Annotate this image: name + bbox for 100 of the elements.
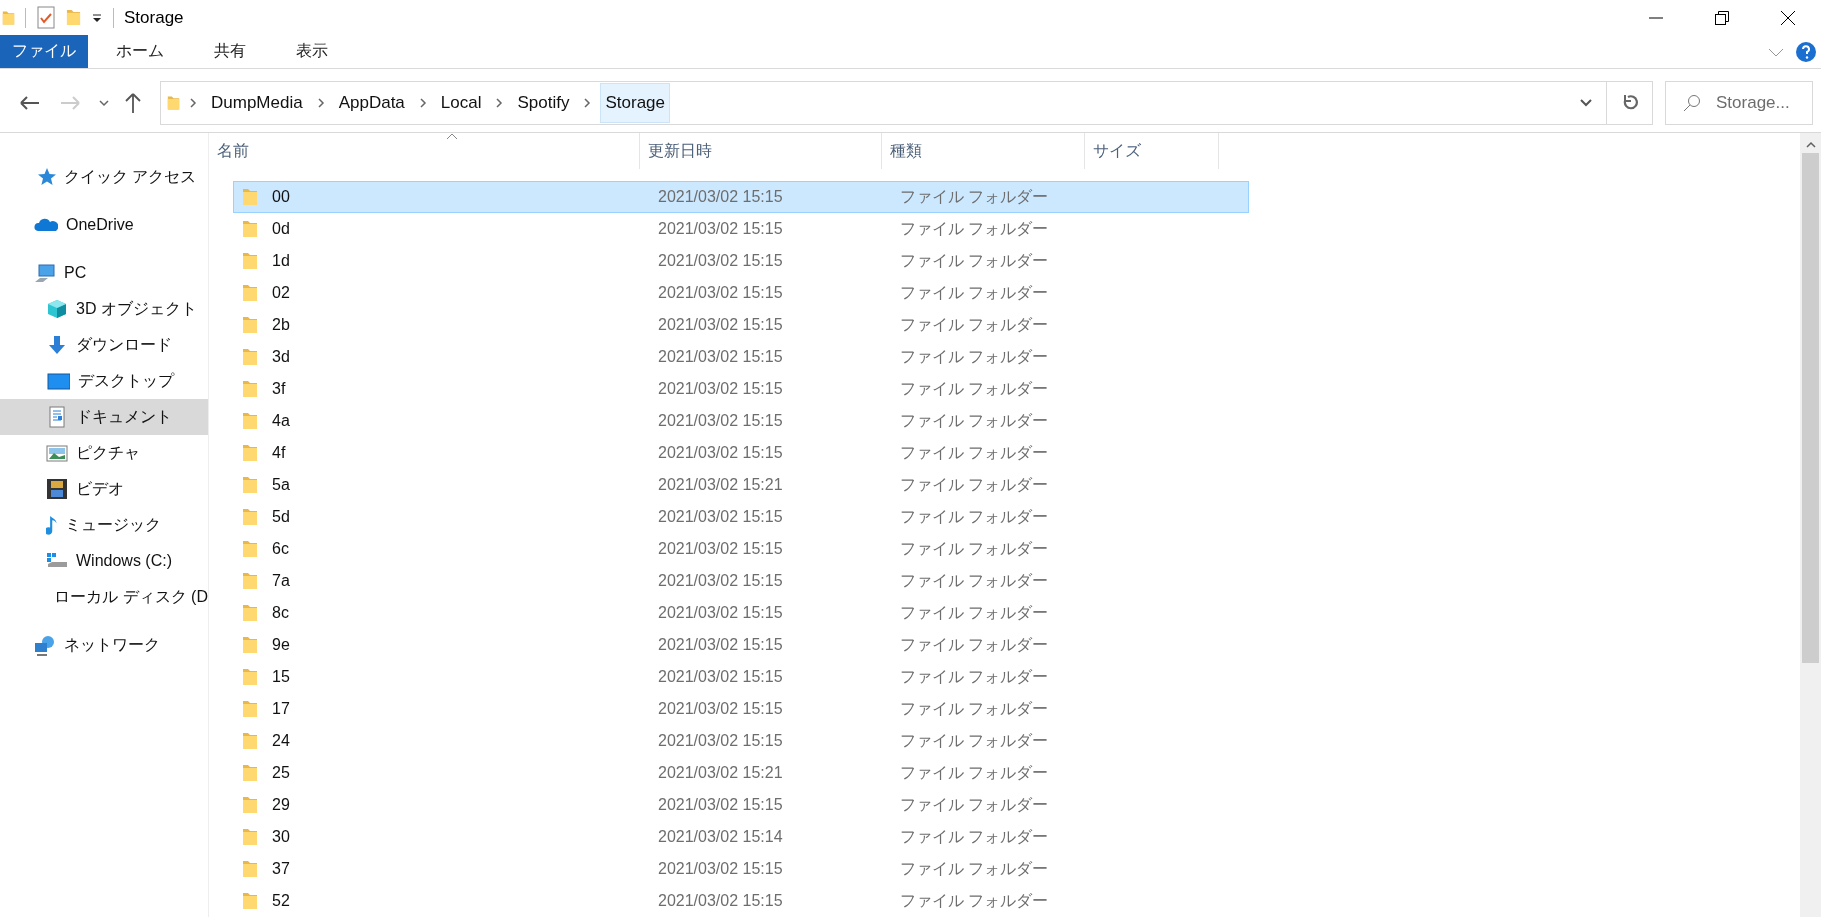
file-row[interactable]: 7a 2021/03/02 15:15 ファイル フォルダー [233, 565, 1249, 597]
file-row[interactable]: 25 2021/03/02 15:21 ファイル フォルダー [233, 757, 1249, 789]
folder-icon [242, 539, 258, 559]
file-type: ファイル フォルダー [899, 346, 1050, 367]
file-row[interactable]: 4a 2021/03/02 15:15 ファイル フォルダー [233, 405, 1249, 437]
file-menu-button[interactable]: ファイル [0, 35, 88, 68]
file-type: ファイル フォルダー [899, 826, 1050, 847]
file-row[interactable]: 0d 2021/03/02 15:15 ファイル フォルダー [233, 213, 1249, 245]
file-row[interactable]: 37 2021/03/02 15:15 ファイル フォルダー [233, 853, 1249, 885]
file-type: ファイル フォルダー [899, 186, 1050, 207]
chevron-down-icon [99, 98, 109, 107]
file-name: 30 [272, 828, 290, 846]
modified-date: 2021/03/02 15:15 [657, 316, 784, 334]
breadcrumb[interactable]: Storage [600, 82, 670, 123]
search-field[interactable]: Storage... [1665, 80, 1813, 125]
file-row[interactable]: 5d 2021/03/02 15:15 ファイル フォルダー [233, 501, 1249, 533]
search-icon [1683, 93, 1701, 112]
nav-item[interactable]: PC [0, 255, 208, 291]
file-row[interactable]: 2b 2021/03/02 15:15 ファイル フォルダー [233, 309, 1249, 341]
file-name: 5a [272, 476, 290, 494]
file-row[interactable]: 02 2021/03/02 15:15 ファイル フォルダー [233, 277, 1249, 309]
breadcrumb[interactable]: DumpMedia [206, 82, 308, 123]
file-name: 0d [272, 220, 290, 238]
nav-item[interactable]: ミュージック [0, 507, 208, 543]
file-type: ファイル フォルダー [899, 378, 1050, 399]
file-row[interactable]: 9e 2021/03/02 15:15 ファイル フォルダー [233, 629, 1249, 661]
file-name: 25 [272, 764, 290, 782]
file-row[interactable]: 3f 2021/03/02 15:15 ファイル フォルダー [233, 373, 1249, 405]
file-name: 37 [272, 860, 290, 878]
checklist-icon [36, 5, 56, 30]
scrollbar[interactable] [1800, 133, 1821, 917]
file-type: ファイル フォルダー [899, 858, 1050, 879]
column-header[interactable]: 名前 [209, 133, 640, 169]
nav-item[interactable]: ピクチャ [0, 435, 208, 471]
file-row[interactable]: 8c 2021/03/02 15:15 ファイル フォルダー [233, 597, 1249, 629]
file-row[interactable]: 6c 2021/03/02 15:15 ファイル フォルダー [233, 533, 1249, 565]
file-row[interactable]: 00 2021/03/02 15:15 ファイル フォルダー [233, 181, 1249, 213]
modified-date: 2021/03/02 15:15 [657, 604, 784, 622]
folder-icon [242, 699, 258, 719]
restore-icon [1714, 9, 1730, 26]
modified-date: 2021/03/02 15:15 [657, 700, 784, 718]
chevron-right-icon [495, 97, 504, 108]
scroll-thumb[interactable] [1802, 153, 1819, 663]
file-name: 00 [272, 188, 290, 206]
column-header[interactable]: 種類 [882, 133, 1085, 169]
file-row[interactable]: 30 2021/03/02 15:14 ファイル フォルダー [233, 821, 1249, 853]
modified-date: 2021/03/02 15:15 [657, 188, 784, 206]
column-header[interactable]: サイズ [1085, 133, 1219, 169]
chevron-right-icon [189, 97, 197, 108]
nav-item[interactable]: OneDrive [0, 207, 208, 243]
column-header[interactable]: 更新日時 [640, 133, 882, 169]
nav-item[interactable]: デスクトップ [0, 363, 208, 399]
breadcrumb[interactable]: Local [435, 82, 487, 123]
folder-icon [242, 859, 258, 879]
folder-icon [242, 891, 258, 911]
address-bar[interactable]: DumpMedia AppData Local Spotify Storage [160, 80, 1653, 125]
folder-icon [242, 635, 258, 655]
file-row[interactable]: 5a 2021/03/02 15:21 ファイル フォルダー [233, 469, 1249, 501]
breadcrumb[interactable]: AppData [333, 82, 410, 123]
nav-item[interactable]: クイック アクセス [0, 159, 208, 195]
modified-date: 2021/03/02 15:15 [657, 668, 784, 686]
modified-date: 2021/03/02 15:15 [657, 508, 784, 526]
file-name: 15 [272, 668, 290, 686]
chevron-right-icon [583, 97, 592, 108]
file-row[interactable]: 3d 2021/03/02 15:15 ファイル フォルダー [233, 341, 1249, 373]
nav-item[interactable]: ドキュメント [0, 399, 208, 435]
file-type: ファイル フォルダー [899, 634, 1050, 655]
ribbon-tab[interactable]: 表示 [276, 35, 348, 68]
ribbon-tab[interactable]: ホーム [96, 35, 184, 68]
nav-item[interactable]: 3D オブジェクト [0, 291, 208, 327]
nav-item[interactable]: ローカル ディスク (D [0, 579, 208, 615]
file-row[interactable]: 15 2021/03/02 15:15 ファイル フォルダー [233, 661, 1249, 693]
file-type: ファイル フォルダー [899, 730, 1050, 751]
file-type: ファイル フォルダー [899, 794, 1050, 815]
file-row[interactable]: 24 2021/03/02 15:15 ファイル フォルダー [233, 725, 1249, 757]
nav-item[interactable]: ネットワーク [0, 627, 208, 663]
folder-icon [242, 571, 258, 591]
computer-icon [34, 262, 56, 284]
file-name: 4a [272, 412, 290, 430]
file-name: 6c [272, 540, 289, 558]
minimize-icon [1648, 16, 1664, 19]
nav-item[interactable]: Windows (C:) [0, 543, 208, 579]
nav-item[interactable]: ビデオ [0, 471, 208, 507]
file-row[interactable]: 52 2021/03/02 15:15 ファイル フォルダー [233, 885, 1249, 917]
modified-date: 2021/03/02 15:15 [657, 572, 784, 590]
file-name: 7a [272, 572, 290, 590]
folder-icon [242, 283, 258, 303]
modified-date: 2021/03/02 15:15 [657, 796, 784, 814]
file-type: ファイル フォルダー [899, 506, 1050, 527]
ribbon-tab[interactable]: 共有 [194, 35, 266, 68]
file-row[interactable]: 1d 2021/03/02 15:15 ファイル フォルダー [233, 245, 1249, 277]
file-row[interactable]: 4f 2021/03/02 15:15 ファイル フォルダー [233, 437, 1249, 469]
file-row[interactable]: 17 2021/03/02 15:15 ファイル フォルダー [233, 693, 1249, 725]
refresh-icon [1621, 93, 1638, 112]
breadcrumb[interactable]: Spotify [512, 82, 575, 123]
file-row[interactable]: 29 2021/03/02 15:15 ファイル フォルダー [233, 789, 1249, 821]
chevron-right-icon [316, 97, 325, 108]
nav-item[interactable]: ダウンロード [0, 327, 208, 363]
folder-icon [242, 507, 258, 527]
file-type: ファイル フォルダー [899, 698, 1050, 719]
